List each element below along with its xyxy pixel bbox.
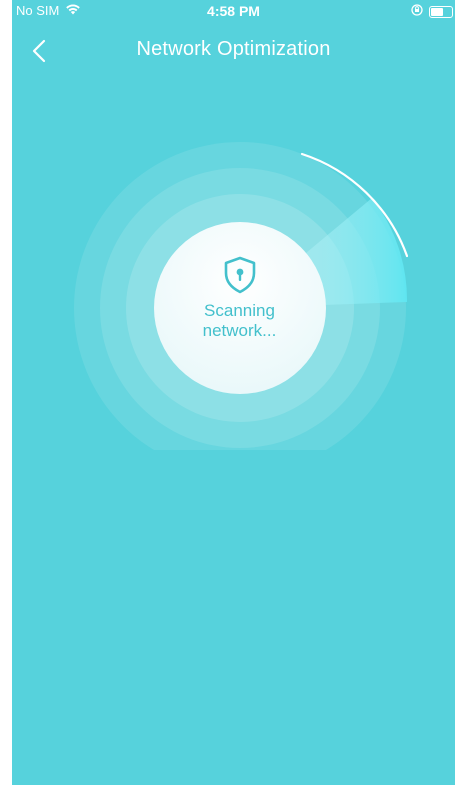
status-bar: No SIM 4:58 PM [12,0,455,20]
scan-status-line-1: Scanning [204,301,275,320]
navigation-bar: Network Optimization [12,24,455,76]
scan-status: Scanning network... [137,255,342,385]
scan-status-text: Scanning network... [137,301,342,341]
shield-keyhole-icon [224,256,255,294]
orientation-lock-icon [411,4,423,19]
app-screen: No SIM 4:58 PM Network Optimization Scan… [12,0,455,785]
battery-level [431,7,443,16]
status-time: 4:58 PM [207,3,260,19]
scan-status-line-2: network... [202,321,277,340]
battery-icon [429,5,453,18]
status-right [411,4,453,19]
page-title: Network Optimization [136,38,331,60]
